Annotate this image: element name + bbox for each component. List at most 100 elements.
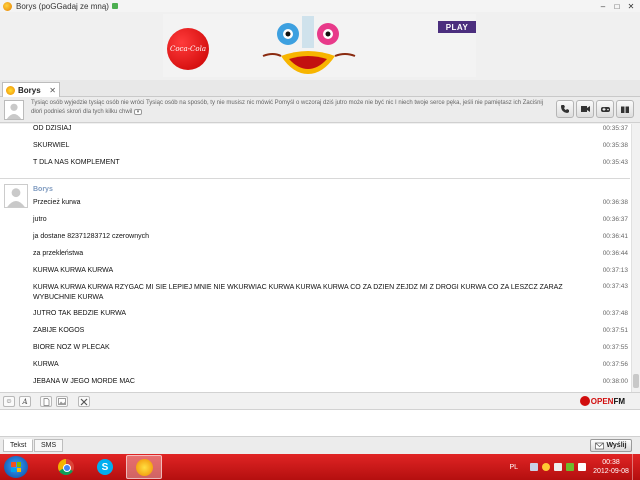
message-text: ZABIJE KOGOS <box>33 327 85 334</box>
send-label: Wyślij <box>606 442 627 449</box>
message-text: JEBANA W JEGO MORDE MAC <box>33 378 135 385</box>
skype-icon: S <box>97 459 113 475</box>
send-button[interactable]: Wyślij <box>590 439 632 452</box>
sender-name: Borys <box>33 186 53 193</box>
tools-button[interactable] <box>78 396 90 407</box>
message-text: KURWA KURWA KURWA <box>33 267 114 274</box>
send-file-button[interactable] <box>40 396 52 407</box>
coca-cola-logo: Coca-Cola <box>167 28 209 70</box>
taskbar: S PL 00:38 2012-09-08 <box>0 454 640 480</box>
expand-status-button[interactable]: ▾ <box>134 109 143 115</box>
gadu-gadu-icon <box>135 458 153 476</box>
image-icon <box>58 398 66 405</box>
conversation-scrollbar[interactable] <box>631 124 640 392</box>
message-text: BIORE NOZ W PLECAK <box>33 344 110 351</box>
tab-sms[interactable]: SMS <box>34 439 64 452</box>
games-button[interactable] <box>596 100 614 118</box>
tray-gg-icon[interactable] <box>542 463 550 471</box>
language-indicator[interactable]: PL <box>509 464 518 471</box>
openfm-fm-text: FM <box>613 396 625 406</box>
window-titlebar: Borys (poGGadaj ze mną) – □ ✕ <box>0 0 640 12</box>
gift-button[interactable] <box>616 100 634 118</box>
message-time: 00:35:37 <box>602 125 628 132</box>
openfm-button[interactable]: OPENFM <box>579 396 625 406</box>
message-input[interactable] <box>0 410 640 437</box>
signal-icon[interactable] <box>578 463 586 471</box>
message-time: 00:36:41 <box>602 233 628 240</box>
tab-text[interactable]: Tekst <box>3 439 34 452</box>
tab-label: Borys <box>18 85 41 95</box>
contact-status-description: Tysiąc osób wyjedzie tysiąc osób nie wró… <box>31 99 545 117</box>
tray-network-icon[interactable] <box>566 463 574 471</box>
message-time: 00:38:00 <box>602 378 628 385</box>
taskbar-skype[interactable]: S <box>87 455 123 479</box>
gadu-gadu-icon <box>3 1 12 11</box>
message-text: za przekleństwa <box>33 250 84 257</box>
font-button[interactable]: A <box>19 396 31 407</box>
message-text: KURWA <box>33 361 59 368</box>
message-time: 00:36:37 <box>602 216 628 223</box>
openfm-logo-icon <box>579 396 590 406</box>
message-text: Przecież kurwa <box>33 199 81 206</box>
scrollbar-thumb[interactable] <box>633 374 639 388</box>
message-time: 00:37:56 <box>602 361 628 368</box>
close-button[interactable]: ✕ <box>624 0 638 12</box>
tray-arrow-icon[interactable] <box>530 463 538 471</box>
message-time: 00:37:51 <box>602 327 628 334</box>
ad-banner[interactable]: Coca-Cola PLAY <box>163 14 476 77</box>
message-time: 00:37:48 <box>602 310 628 317</box>
contact-actions <box>556 100 634 118</box>
message-time: 00:35:38 <box>602 142 628 149</box>
emoticon-button[interactable]: ☺ <box>3 396 15 407</box>
gamepad-icon <box>600 107 610 112</box>
taskbar-gadu-gadu[interactable] <box>126 455 162 479</box>
message-time: 00:35:43 <box>602 159 628 166</box>
tab-borys[interactable]: Borys ✕ <box>2 82 60 97</box>
bottom-bar: Tekst SMS Wyślij <box>0 437 640 454</box>
tray-app-icon[interactable] <box>554 463 562 471</box>
windows-logo-icon <box>11 462 21 472</box>
message-time: 00:37:55 <box>602 344 628 351</box>
play-logo: PLAY <box>438 21 476 33</box>
send-image-button[interactable] <box>56 396 68 407</box>
conversation-tabbar: Borys ✕ <box>0 80 640 97</box>
show-desktop-button[interactable] <box>632 454 640 480</box>
message-text: ja dostane 82371283712 czerownych <box>33 233 149 240</box>
taskbar-chrome[interactable] <box>48 455 84 479</box>
openfm-open-text: OPEN <box>590 396 614 406</box>
message-time: 00:37:13 <box>602 267 628 274</box>
system-tray: PL 00:38 2012-09-08 <box>509 454 640 480</box>
sender-avatar <box>4 184 28 208</box>
lock-icon <box>111 3 118 9</box>
minimize-button[interactable]: – <box>596 0 610 12</box>
message-text: OD DZISIAJ <box>33 125 72 132</box>
maximize-button[interactable]: □ <box>610 0 624 12</box>
phone-icon <box>561 105 569 113</box>
ad-face-illustration <box>262 16 356 74</box>
chrome-icon <box>58 459 74 475</box>
video-call-button[interactable] <box>576 100 594 118</box>
tools-icon <box>80 398 88 405</box>
gift-icon <box>621 106 629 113</box>
message-time: 00:36:38 <box>602 199 628 206</box>
message-text: SKURWIEL <box>33 142 70 149</box>
camera-icon <box>580 106 590 112</box>
clock-date: 2012-09-08 <box>593 468 629 475</box>
message-text: JUTRO TAK BEDZIE KURWA <box>33 310 127 317</box>
status-text: Tysiąc osób wyjedzie tysiąc osób nie wró… <box>31 100 544 115</box>
message-time: 00:37:43 <box>602 283 628 290</box>
window-controls: – □ ✕ <box>596 0 638 12</box>
clock-time: 00:38 <box>602 459 620 466</box>
message-text: T DLA NAS KOMPLEMENT <box>33 159 120 166</box>
conversation-view[interactable]: OD DZISIAJ 00:35:37 SKURWIEL 00:35:38 T … <box>0 124 640 392</box>
tab-close-icon[interactable]: ✕ <box>49 86 56 95</box>
user-silhouette-icon <box>6 103 22 119</box>
message-group-divider <box>0 178 630 179</box>
send-icon <box>595 442 605 449</box>
message-text: jutro <box>33 216 47 223</box>
message-toolbar: ☺ A OPENFM <box>0 392 640 410</box>
message-time: 00:36:44 <box>602 250 628 257</box>
start-button[interactable] <box>4 456 28 478</box>
clock[interactable]: 00:38 2012-09-08 <box>590 458 632 476</box>
phone-call-button[interactable] <box>556 100 574 118</box>
